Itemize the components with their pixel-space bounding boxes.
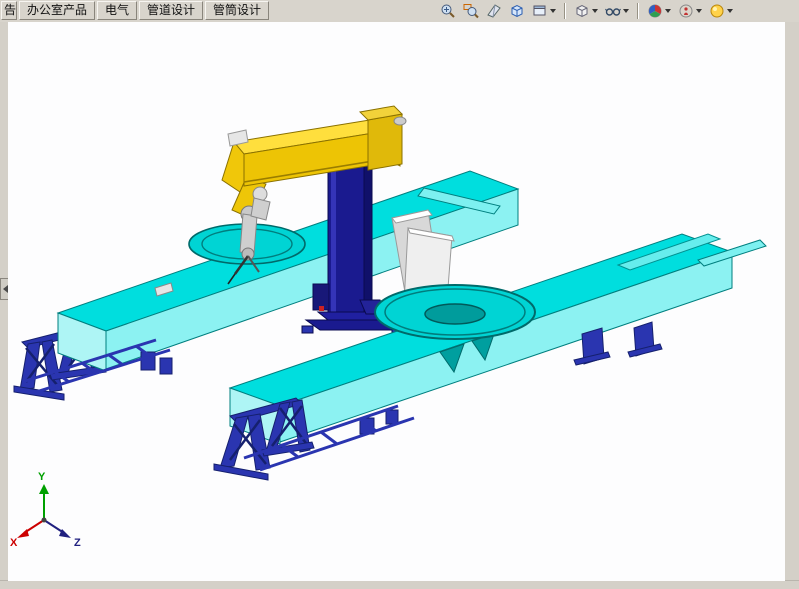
model-scene: Y X Z: [8, 22, 785, 581]
edit-appearance-icon: [647, 3, 663, 19]
right-panel-edge: [784, 22, 799, 581]
axis-x-label: X: [10, 537, 18, 549]
tab-tubing-design[interactable]: 管筒设计: [205, 1, 269, 20]
view-orientation-button[interactable]: [507, 0, 527, 22]
zoom-to-area-button[interactable]: [461, 0, 481, 22]
view-orientation-icon: [509, 3, 525, 19]
tab-office-products-label: 办公室产品: [27, 2, 87, 19]
section-view-button[interactable]: [484, 0, 504, 22]
cad-window: 告 办公室产品 电气 管道设计 管筒设计: [0, 0, 799, 589]
section-view-icon: [486, 3, 502, 19]
zoom-to-fit-icon: [440, 3, 456, 19]
tab-tubing-design-label: 管筒设计: [213, 2, 261, 19]
zoom-to-fit-button[interactable]: [438, 0, 458, 22]
tab-partial-label: 告: [4, 2, 16, 19]
chevron-down-icon: [665, 9, 671, 13]
tab-electrical[interactable]: 电气: [97, 1, 137, 20]
standard-views-icon: [532, 3, 548, 19]
bottom-panel-edge: [0, 580, 799, 589]
graphics-viewport[interactable]: Y X Z: [8, 22, 785, 581]
rotary-ring-right[interactable]: [375, 285, 535, 339]
edit-appearance-button[interactable]: [645, 0, 673, 22]
display-style-button[interactable]: [572, 0, 600, 22]
view-settings-button[interactable]: [707, 0, 735, 22]
view-toolbar: [438, 1, 735, 21]
view-settings-icon: [709, 3, 725, 19]
hide-show-items-button[interactable]: [603, 0, 631, 22]
hide-show-items-icon: [605, 3, 621, 19]
chevron-down-icon: [550, 9, 556, 13]
toolbar-separator: [564, 3, 566, 19]
chevron-down-icon: [623, 9, 629, 13]
chevron-down-icon: [727, 9, 733, 13]
toolbar-separator: [637, 3, 639, 19]
command-toolbar: 告 办公室产品 电气 管道设计 管筒设计: [0, 0, 799, 23]
apply-scene-icon: [678, 3, 694, 19]
tab-piping-design-label: 管道设计: [147, 2, 195, 19]
reference-triad: Y X Z: [10, 471, 81, 549]
axis-y-label: Y: [38, 471, 46, 483]
tab-electrical-label: 电气: [105, 2, 129, 19]
display-style-icon: [574, 3, 590, 19]
tab-piping-design[interactable]: 管道设计: [139, 1, 203, 20]
axis-z-label: Z: [74, 537, 81, 549]
zoom-to-area-icon: [463, 3, 479, 19]
chevron-down-icon: [696, 9, 702, 13]
tab-partial[interactable]: 告: [1, 1, 17, 20]
apply-scene-button[interactable]: [676, 0, 704, 22]
standard-views-button[interactable]: [530, 0, 558, 22]
chevron-down-icon: [592, 9, 598, 13]
tab-office-products[interactable]: 办公室产品: [19, 1, 95, 20]
